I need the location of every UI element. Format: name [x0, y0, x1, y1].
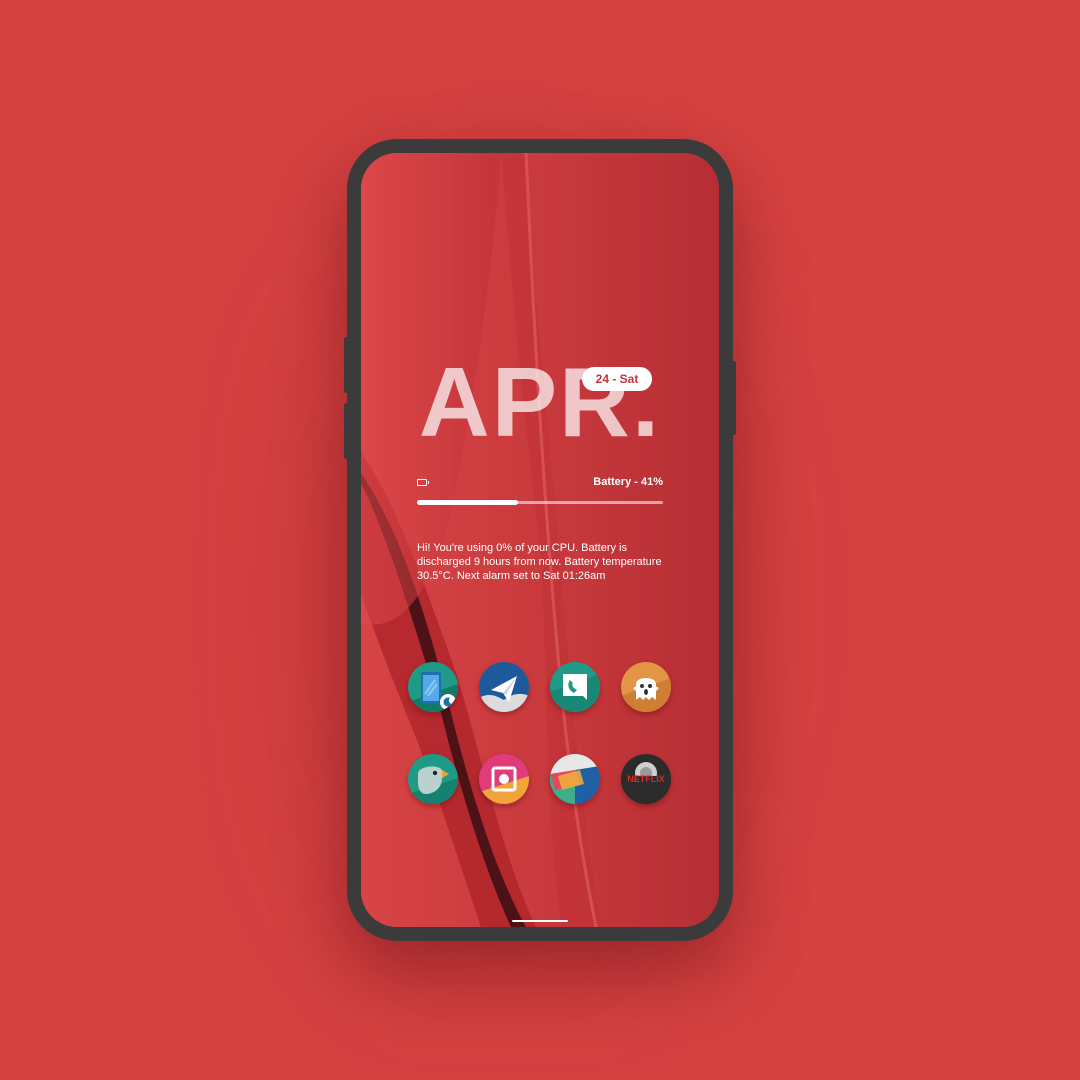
netflix-icon[interactable]: NETFLIX [621, 754, 671, 804]
system-info-text: Hi! You're using 0% of your CPU. Battery… [417, 542, 662, 582]
battery-progress-bar [417, 500, 663, 505]
phone-frame: APR. 24 - Sat Battery - 41% Hi! You're u… [344, 139, 736, 941]
date-badge: 24 - Sat [582, 367, 652, 391]
tablet-icon[interactable] [408, 662, 458, 712]
power-button [732, 361, 736, 435]
volume-down-button [344, 403, 348, 459]
folded-map-icon[interactable] [550, 754, 600, 804]
battery-label: Battery - 41% [593, 476, 663, 488]
battery-progress-fill [417, 500, 518, 505]
volume-button [344, 337, 348, 393]
camera-icon[interactable] [479, 754, 529, 804]
paper-plane-icon[interactable] [479, 662, 529, 712]
lock-screen: APR. 24 - Sat Battery - 41% Hi! You're u… [361, 153, 719, 927]
netflix-label: NETFLIX [627, 774, 665, 784]
month-display: APR. [418, 347, 662, 457]
chat-bubble-icon[interactable] [550, 662, 600, 712]
bird-icon[interactable] [408, 754, 458, 804]
wallpaper [361, 153, 719, 927]
home-indicator[interactable] [512, 920, 568, 922]
battery-icon [417, 479, 429, 486]
ghost-icon[interactable] [621, 662, 671, 712]
